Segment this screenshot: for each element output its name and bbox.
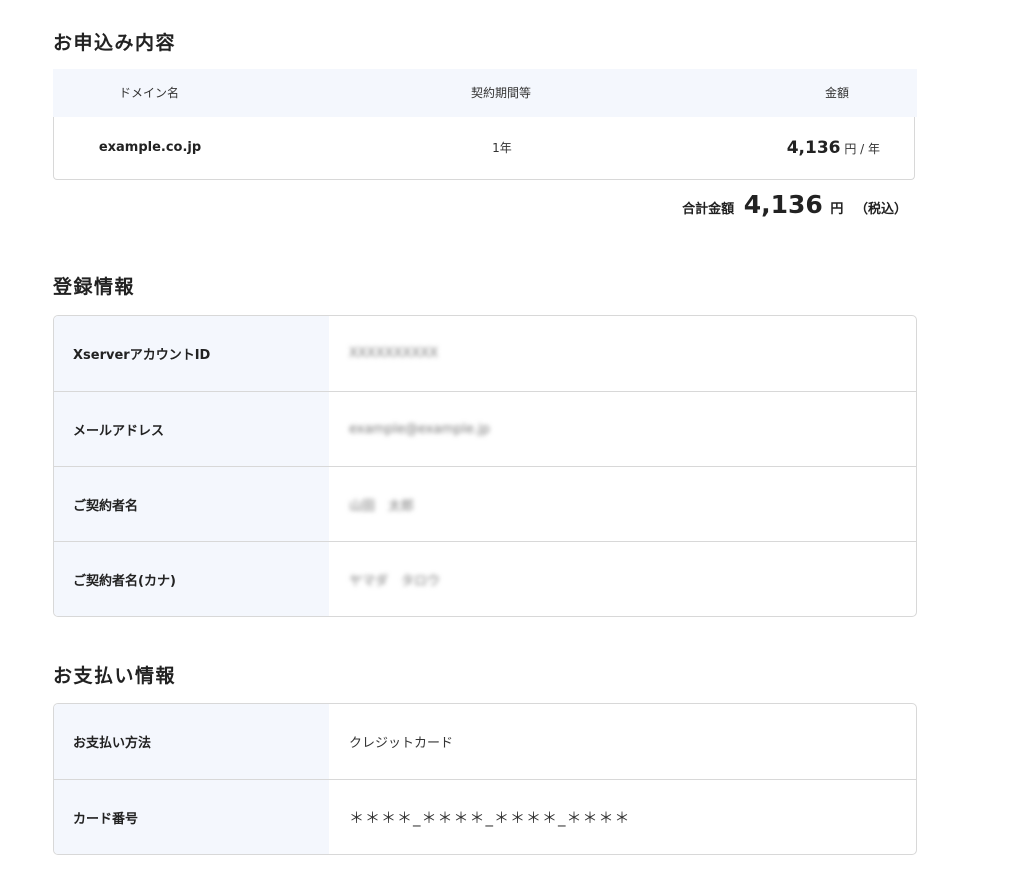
registration-info-box: XserverアカウントID XXXXXXXXXX メールアドレス exampl… <box>53 315 917 617</box>
payment-method-label: お支払い方法 <box>54 704 329 779</box>
price-unit: 円 / 年 <box>844 142 880 156</box>
info-row-contract-name: ご契約者名 山田 太郎 <box>54 466 916 541</box>
term-cell: 1年 <box>492 141 512 155</box>
card-number-label: カード番号 <box>54 780 329 854</box>
order-table-row: example.co.jp 1年 4,136 円 / 年 <box>54 117 916 179</box>
header-term: 契約期間等 <box>470 86 531 100</box>
info-row-payment-method: お支払い方法 クレジットカード <box>54 704 916 779</box>
payment-section-title: お支払い情報 <box>53 665 177 687</box>
registration-section-title: 登録情報 <box>53 276 136 298</box>
account-id-value: XXXXXXXXXX <box>349 346 439 361</box>
card-number-value: ＊＊＊＊_＊＊＊＊_＊＊＊＊_＊＊＊＊ <box>349 808 631 827</box>
header-price: 金額 <box>824 86 849 100</box>
price-value: 4,136 <box>786 138 841 158</box>
info-row-email: メールアドレス example@example.jp <box>54 391 916 466</box>
contract-name-label: ご契約者名 <box>54 467 329 541</box>
info-row-card-number: カード番号 ＊＊＊＊_＊＊＊＊_＊＊＊＊_＊＊＊＊ <box>54 779 916 854</box>
header-domain: ドメイン名 <box>118 86 179 100</box>
total-value: 4,136 <box>743 190 823 219</box>
order-table-header: ドメイン名 契約期間等 金額 <box>53 69 917 117</box>
contract-name-kana-label: ご契約者名(カナ) <box>54 542 329 616</box>
payment-method-value: クレジットカード <box>349 736 454 751</box>
contract-name-kana-value: ヤマダ タロウ <box>349 573 441 589</box>
email-label: メールアドレス <box>54 392 329 466</box>
contract-name-value: 山田 太郎 <box>349 498 415 514</box>
order-section-title: お申込み内容 <box>53 32 177 54</box>
payment-info-box: お支払い方法 クレジットカード カード番号 ＊＊＊＊_＊＊＊＊_＊＊＊＊_＊＊＊… <box>53 703 917 855</box>
domain-name-cell: example.co.jp <box>98 140 202 155</box>
total-tax-note: （税込） <box>854 202 907 217</box>
info-row-account-id: XserverアカウントID XXXXXXXXXX <box>54 316 916 391</box>
price-cell: 4,136 円 / 年 <box>787 117 880 180</box>
total-label: 合計金額 <box>682 202 735 217</box>
total-currency: 円 <box>830 202 844 217</box>
total-amount: 合計金額 4,136 円 （税込） <box>682 190 907 219</box>
info-row-contract-name-kana: ご契約者名(カナ) ヤマダ タロウ <box>54 541 916 616</box>
account-id-label: XserverアカウントID <box>54 316 329 391</box>
order-table: ドメイン名 契約期間等 金額 example.co.jp 1年 4,136 円 … <box>53 69 917 180</box>
email-value: example@example.jp <box>349 421 490 437</box>
